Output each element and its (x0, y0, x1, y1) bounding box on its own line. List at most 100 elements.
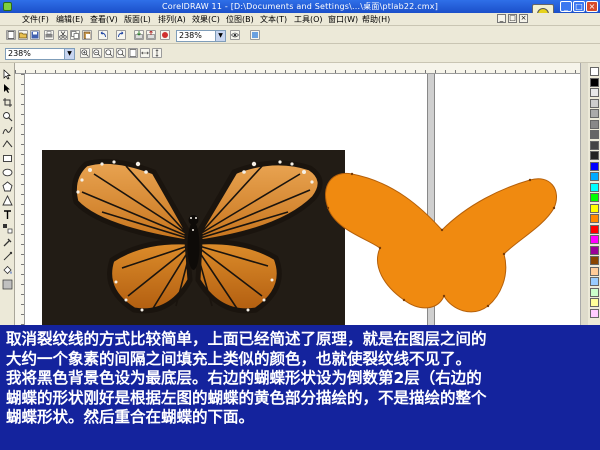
menu-effects[interactable]: 效果(C) (192, 14, 220, 25)
color-swatch[interactable] (590, 130, 599, 139)
shape-tool-icon[interactable] (2, 83, 13, 94)
zoom-page-icon[interactable] (128, 48, 138, 58)
caption-panel: 取消裂纹线的方式比较简单，上面已经简述了原理，就是在图层之间的 大约一个象素的间… (0, 325, 600, 450)
zoom-tool-icon[interactable] (2, 111, 13, 122)
color-swatch[interactable] (590, 266, 599, 276)
zoom-all-icon[interactable] (116, 48, 126, 58)
corel-online-icon[interactable] (250, 30, 260, 40)
color-swatch[interactable] (590, 140, 599, 150)
menu-bar: 文件(F) 编辑(E) 查看(V) 版面(L) 排列(A) 效果(C) 位图(B… (0, 13, 600, 26)
butterfly-silhouette (325, 172, 557, 313)
maximize-button[interactable]: □ (573, 1, 585, 12)
open-icon[interactable] (18, 30, 28, 40)
menu-edit[interactable]: 编辑(E) (56, 14, 83, 25)
basic-shapes-tool-icon[interactable] (2, 195, 13, 206)
horizontal-ruler[interactable] (15, 63, 580, 74)
caption-line: 我将黑色背景色设为最底层。右边的蝴蝶形状设为倒数第2层（右边的 (6, 369, 482, 387)
caption-line: 大约一个象素的间隔之间填充上类似的颜色，也就使裂纹线不见了。 (6, 349, 472, 368)
color-swatch[interactable] (590, 287, 599, 297)
close-button[interactable]: × (586, 1, 598, 12)
menu-view[interactable]: 查看(V) (90, 14, 118, 25)
menu-help[interactable]: 帮助(H) (362, 14, 390, 25)
copy-icon[interactable] (70, 30, 80, 40)
text-tool-icon[interactable] (2, 209, 13, 220)
caption-line: 取消裂纹线的方式比较简单，上面已经简述了原理，就是在图层之间的 (6, 330, 487, 348)
crop-tool-icon[interactable] (2, 97, 13, 108)
pick-tool-icon[interactable] (2, 69, 13, 80)
zoom-level-combo[interactable]: 238% ▼ (176, 30, 226, 42)
color-swatch[interactable] (590, 214, 599, 223)
color-swatch[interactable] (590, 224, 599, 234)
cut-icon[interactable] (58, 30, 68, 40)
color-swatch[interactable] (590, 277, 599, 286)
color-swatch[interactable] (590, 245, 599, 255)
ellipse-tool-icon[interactable] (2, 167, 13, 178)
zoom-height-icon[interactable] (152, 48, 162, 58)
undo-icon[interactable] (98, 30, 108, 40)
paste-icon[interactable] (82, 30, 92, 40)
color-swatch[interactable] (590, 151, 599, 160)
title-bar: CorelDRAW 11 - [D:\Documents and Setting… (0, 0, 600, 13)
zoom-width-icon[interactable] (140, 48, 150, 58)
chevron-down-icon[interactable]: ▼ (215, 31, 225, 41)
color-swatch[interactable] (590, 119, 599, 129)
doc-minimize-button[interactable]: _ (497, 14, 506, 23)
minimize-button[interactable]: _ (560, 1, 572, 12)
doc-close-button[interactable]: × (519, 14, 528, 23)
doc-restore-button[interactable]: □ (508, 14, 517, 23)
menu-window[interactable]: 窗口(W) (328, 14, 358, 25)
import-icon[interactable] (134, 30, 144, 40)
color-swatch[interactable] (590, 298, 599, 307)
freehand-tool-icon[interactable] (2, 125, 13, 136)
interactive-blend-tool-icon[interactable] (2, 223, 13, 234)
butterfly-bitmap[interactable] (42, 150, 345, 326)
color-swatch[interactable] (590, 77, 599, 87)
color-swatch[interactable] (590, 193, 599, 202)
application-launcher-icon[interactable] (160, 30, 170, 40)
property-bar: 238% ▼ (0, 45, 600, 63)
menu-tools[interactable]: 工具(O) (294, 14, 323, 25)
save-icon[interactable] (30, 30, 40, 40)
color-swatch[interactable] (590, 235, 599, 244)
view-options-icon[interactable] (230, 30, 240, 40)
zoom-levels-value: 238% (8, 49, 31, 58)
outline-tool-icon[interactable] (2, 251, 13, 262)
new-icon[interactable] (6, 30, 16, 40)
eyedropper-tool-icon[interactable] (2, 237, 13, 248)
color-swatch[interactable] (590, 308, 599, 318)
zoom-levels-combo[interactable]: 238% ▼ (5, 48, 75, 60)
butterfly-image (71, 158, 323, 314)
color-swatch[interactable] (590, 182, 599, 192)
vertical-ruler[interactable] (15, 74, 25, 325)
color-swatch[interactable] (590, 161, 599, 171)
menu-layout[interactable]: 版面(L) (124, 14, 151, 25)
color-swatch[interactable] (590, 203, 599, 213)
chevron-down-icon[interactable]: ▼ (64, 49, 74, 59)
color-swatch[interactable] (590, 109, 599, 118)
zoom-out-icon[interactable] (92, 48, 102, 58)
butterfly-vector-shape[interactable] (322, 168, 562, 323)
color-swatch[interactable] (590, 256, 599, 265)
redo-icon[interactable] (116, 30, 126, 40)
menu-text[interactable]: 文本(T) (260, 14, 287, 25)
window-title: CorelDRAW 11 - [D:\Documents and Setting… (161, 2, 439, 11)
rectangle-tool-icon[interactable] (2, 153, 13, 164)
color-swatch[interactable] (590, 67, 599, 76)
color-swatch[interactable] (590, 172, 599, 181)
smart-drawing-tool-icon[interactable] (2, 139, 13, 150)
color-swatch[interactable] (590, 88, 599, 97)
interactive-fill-tool-icon[interactable] (2, 279, 13, 290)
color-palette (588, 63, 600, 325)
vertical-scrollbar[interactable] (580, 63, 588, 325)
fill-tool-icon[interactable] (2, 265, 13, 276)
color-swatch[interactable] (590, 98, 599, 108)
print-icon[interactable] (44, 30, 54, 40)
polygon-tool-icon[interactable] (2, 181, 13, 192)
menu-bitmaps[interactable]: 位图(B) (226, 14, 254, 25)
zoom-selected-icon[interactable] (104, 48, 114, 58)
caption-line: 蝴蝶形状。然后重合在蝴蝶的下面。 (6, 408, 255, 426)
zoom-in-icon[interactable] (80, 48, 90, 58)
export-icon[interactable] (146, 30, 156, 40)
menu-file[interactable]: 文件(F) (22, 14, 49, 25)
menu-arrange[interactable]: 排列(A) (158, 14, 186, 25)
